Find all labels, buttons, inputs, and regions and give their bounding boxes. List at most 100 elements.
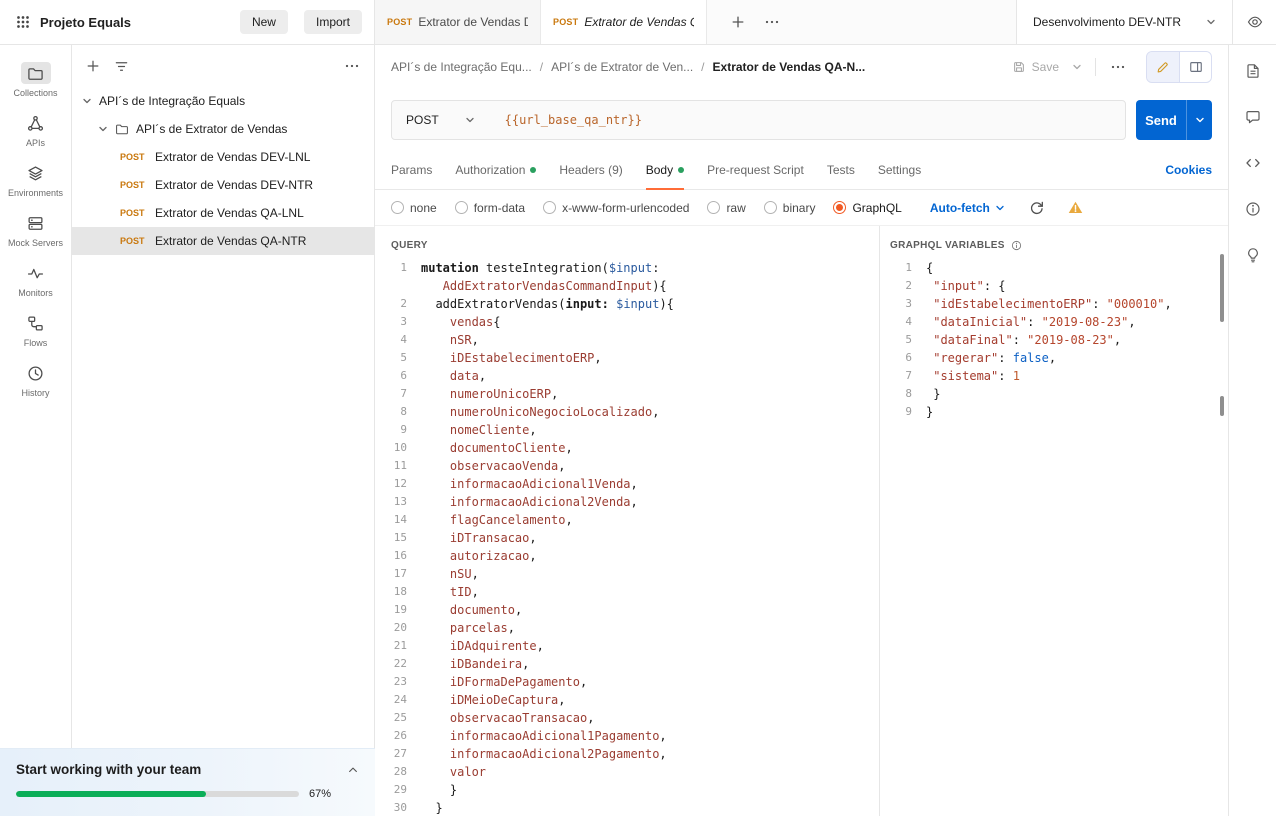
add-tab-icon[interactable]: [721, 0, 755, 44]
tree-request-row[interactable]: POST Extrator de Vendas DEV-LNL: [72, 143, 374, 171]
documentation-button[interactable]: [1245, 63, 1261, 79]
tab-params[interactable]: Params: [391, 151, 432, 189]
method-selector[interactable]: POST: [392, 113, 489, 127]
url-builder-row: POST {{url_base_qa_ntr}} Send: [375, 89, 1228, 151]
breadcrumb-item[interactable]: API´s de Extrator de Ven...: [551, 60, 693, 74]
send-button[interactable]: Send: [1136, 100, 1186, 140]
request-tab-2-active[interactable]: POST Extrator de Vendas QA-: [541, 0, 707, 44]
query-editor[interactable]: 1mutation testeIntegration($input: AddEx…: [375, 254, 879, 816]
tab-label: Pre-request Script: [707, 163, 804, 177]
tree-collection-row[interactable]: API´s de Integração Equals: [72, 87, 374, 115]
bodytype-binary[interactable]: binary: [764, 201, 816, 215]
radio-icon: [455, 201, 468, 214]
line-number: 5: [880, 331, 926, 349]
code-text: {: [926, 259, 933, 277]
new-button[interactable]: New: [240, 10, 288, 34]
tree-folder-row[interactable]: API´s de Extrator de Vendas: [72, 115, 374, 143]
sidebar-filter-input[interactable]: [143, 59, 330, 73]
request-more-options-icon[interactable]: [1104, 59, 1132, 75]
request-info-button[interactable]: [1245, 201, 1261, 217]
sidebar-item-history[interactable]: History: [2, 355, 70, 405]
environment-quick-look-button[interactable]: [1232, 0, 1276, 44]
tab-headers[interactable]: Headers (9): [559, 151, 622, 189]
scrollbar-thumb[interactable]: [1220, 254, 1224, 322]
bodytype-none[interactable]: none: [391, 201, 437, 215]
tab-authorization[interactable]: Authorization: [455, 151, 536, 189]
breadcrumb-item[interactable]: API´s de Integração Equ...: [391, 60, 532, 74]
progress-fill: [16, 791, 206, 797]
code-text: "input": {: [926, 277, 1006, 295]
tab-pre-request-script[interactable]: Pre-request Script: [707, 151, 804, 189]
request-tab-1[interactable]: POST Extrator de Vendas DEV: [375, 0, 541, 44]
url-input[interactable]: {{url_base_qa_ntr}}: [489, 113, 1125, 127]
bodytype-raw[interactable]: raw: [707, 201, 745, 215]
code-token: iDEstabelecimentoERP: [450, 351, 595, 365]
code-token: ,: [558, 459, 565, 473]
tab-settings[interactable]: Settings: [878, 151, 921, 189]
environment-selector[interactable]: Desenvolvimento DEV-NTR: [1017, 0, 1232, 44]
code-token: ,: [522, 657, 529, 671]
tree-request-row-selected[interactable]: POST Extrator de Vendas QA-NTR: [72, 227, 374, 255]
workspace-grid-icon[interactable]: [16, 15, 30, 29]
code-text: "regerar": false,: [926, 349, 1056, 367]
sidebar-item-collections[interactable]: Collections: [2, 55, 70, 105]
chevron-down-icon: [82, 96, 92, 106]
sidebar-more-options-icon[interactable]: [344, 58, 360, 74]
line-number: 8: [880, 385, 926, 403]
sidebar-item-flows[interactable]: Flows: [2, 305, 70, 355]
sidebar-item-environments[interactable]: Environments: [2, 155, 70, 205]
edit-request-button[interactable]: [1147, 52, 1179, 82]
plus-icon[interactable]: [86, 59, 100, 73]
tree-request-row[interactable]: POST Extrator de Vendas QA-LNL: [72, 199, 374, 227]
code-token: [421, 747, 450, 761]
folder-name: API´s de Extrator de Vendas: [136, 122, 287, 136]
code-token: nSU: [450, 567, 472, 581]
refresh-schema-button[interactable]: [1029, 200, 1044, 215]
request-subtabs-row: Params Authorization Headers (9) Body Pr…: [375, 151, 1228, 190]
code-text: iDAdquirente,: [421, 637, 544, 655]
schema-warning-indicator[interactable]: [1068, 200, 1083, 215]
code-line: 12 informacaoAdicional1Venda,: [375, 475, 879, 493]
line-number: 17: [375, 565, 421, 583]
query-pane-title: QUERY: [391, 240, 428, 251]
rail-label: History: [21, 388, 49, 398]
toggle-side-panel-button[interactable]: [1179, 52, 1211, 82]
code-token: ,: [659, 747, 666, 761]
variables-editor[interactable]: 1{2 "input": {3 "idEstabelecimentoERP": …: [880, 254, 1228, 816]
app-body: Collections APIs Environments Mock Serve…: [0, 45, 1276, 816]
sidebar-item-mock-servers[interactable]: Mock Servers: [2, 205, 70, 255]
bodytype-graphql-selected[interactable]: GraphQL: [833, 201, 901, 215]
save-button[interactable]: Save: [1004, 54, 1067, 80]
tab-more-options-icon[interactable]: [755, 0, 789, 44]
autofetch-dropdown[interactable]: Auto-fetch: [930, 201, 1005, 215]
cookies-link[interactable]: Cookies: [1165, 163, 1212, 177]
save-options-chevron-icon[interactable]: [1067, 56, 1087, 78]
bodytype-form-data[interactable]: form-data: [455, 201, 525, 215]
chevron-up-icon[interactable]: [347, 764, 359, 776]
code-token: [421, 315, 450, 329]
filter-icon[interactable]: [114, 59, 129, 74]
workspace-header: Projeto Equals New Import: [0, 0, 375, 44]
sidebar-item-monitors[interactable]: Monitors: [2, 255, 70, 305]
tips-button[interactable]: [1245, 247, 1261, 263]
line-number: 3: [375, 313, 421, 331]
line-number: 18: [375, 583, 421, 601]
send-options-chevron-icon[interactable]: [1186, 100, 1212, 140]
tree-request-row[interactable]: POST Extrator de Vendas DEV-NTR: [72, 171, 374, 199]
line-number: 21: [375, 637, 421, 655]
workspace-title[interactable]: Projeto Equals: [40, 15, 131, 30]
comments-button[interactable]: [1245, 109, 1261, 125]
code-text: informacaoAdicional1Pagamento,: [421, 727, 667, 745]
import-button[interactable]: Import: [304, 10, 362, 34]
tab-body[interactable]: Body: [646, 151, 684, 189]
tab-tests[interactable]: Tests: [827, 151, 855, 189]
bodytype-x-www-form-urlencoded[interactable]: x-www-form-urlencoded: [543, 201, 689, 215]
code-snippet-button[interactable]: [1245, 155, 1261, 171]
scrollbar-thumb[interactable]: [1220, 396, 1224, 416]
code-text: informacaoAdicional2Pagamento,: [421, 745, 667, 763]
breadcrumb-current[interactable]: Extrator de Vendas QA-N...: [713, 60, 866, 74]
line-number: 1: [375, 259, 421, 277]
request-editor-main: API´s de Integração Equ... / API´s de Ex…: [375, 45, 1228, 816]
code-text: iDEstabelecimentoERP,: [421, 349, 602, 367]
sidebar-item-apis[interactable]: APIs: [2, 105, 70, 155]
